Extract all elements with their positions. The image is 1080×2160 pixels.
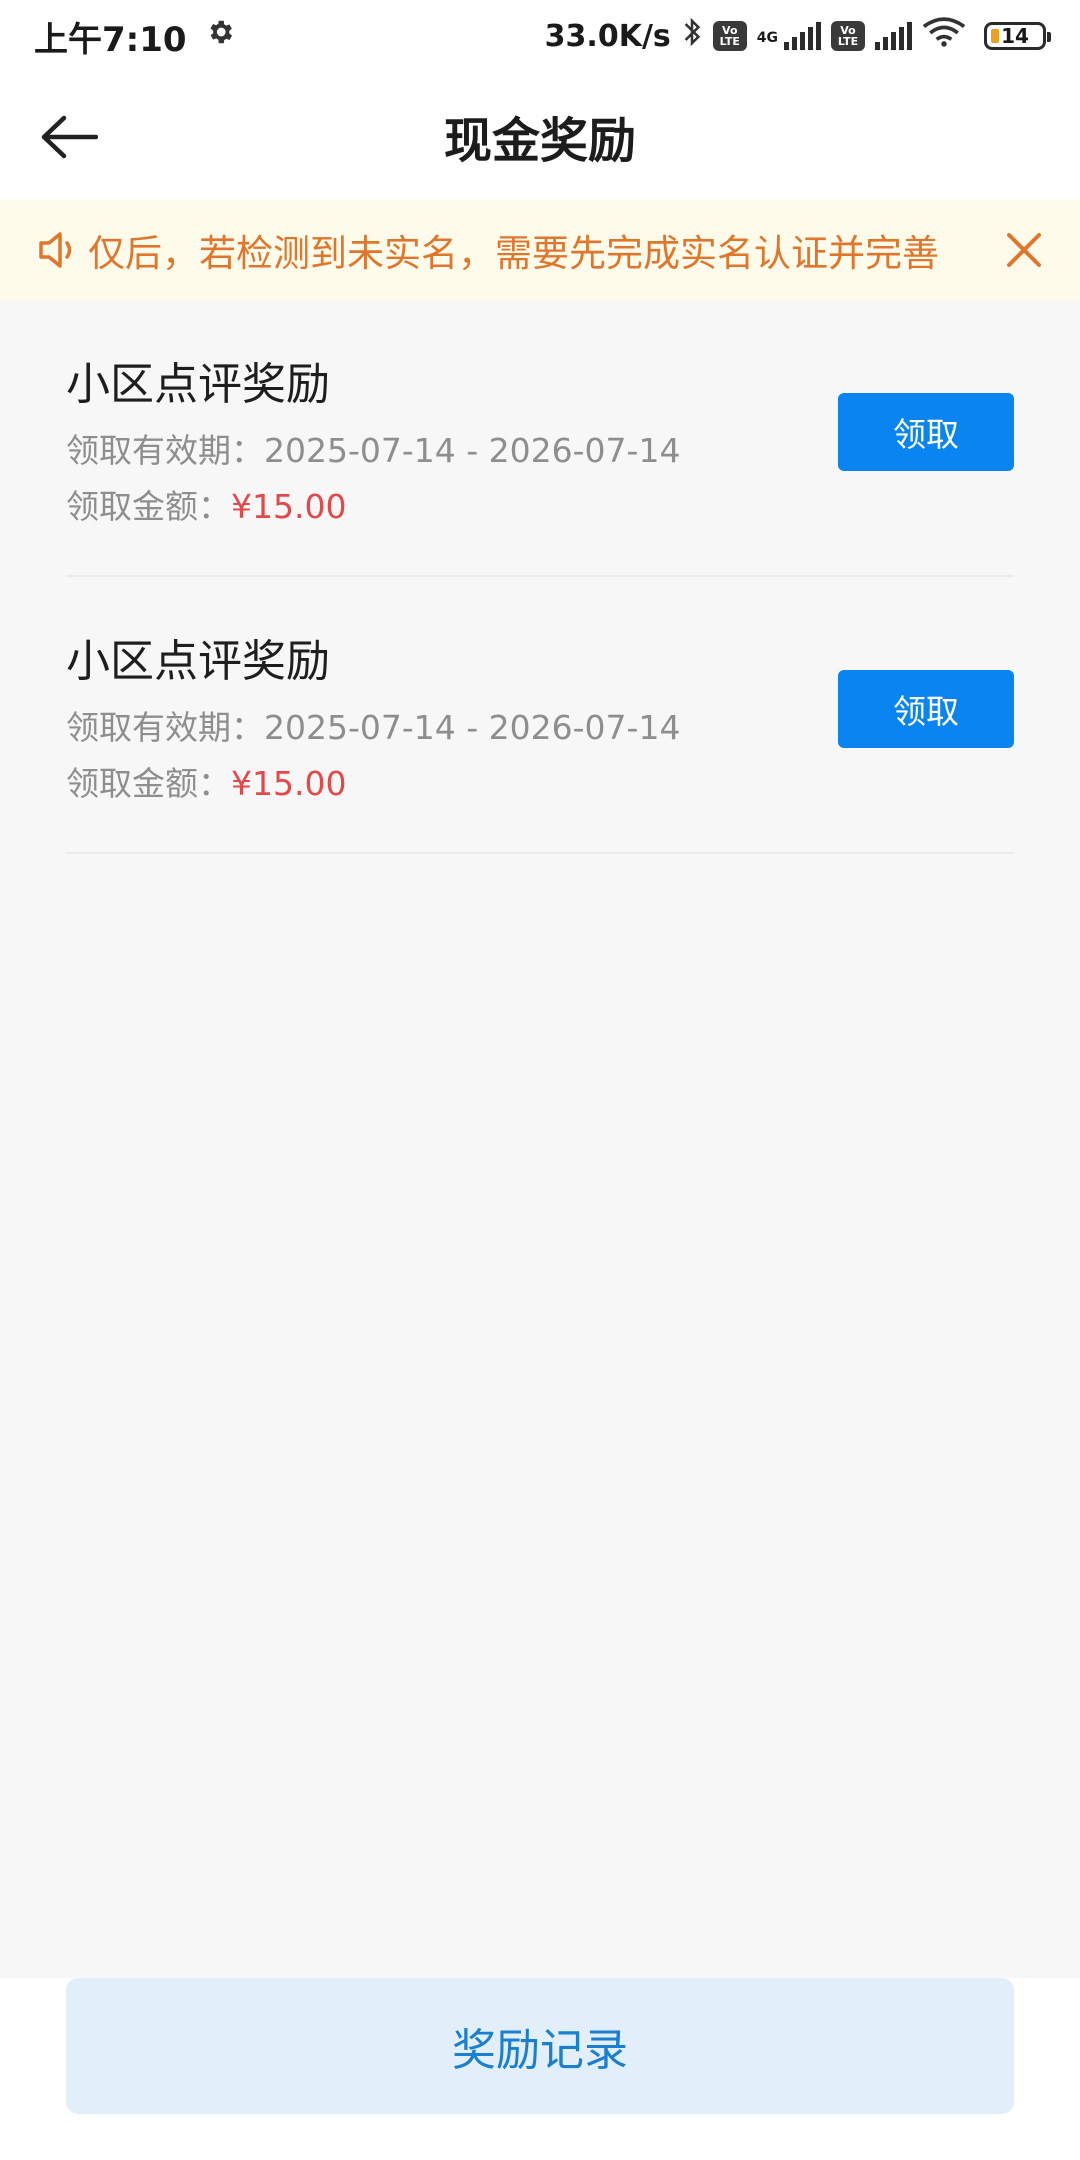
reward-amount: 领取金额：¥15.00 [66, 480, 346, 528]
signal-icon-2 [875, 22, 912, 50]
wifi-icon [922, 17, 966, 55]
validity-label: 领取有效期： [66, 431, 264, 470]
notice-text: 仅后，若检测到未实名，需要先完成实名认证并完善 [88, 232, 939, 275]
close-notice-button[interactable] [998, 224, 1050, 276]
reward-validity: 领取有效期：2025-07-14 - 2026-07-14 [66, 701, 680, 749]
validity-value: 2025-07-14 - 2026-07-14 [264, 708, 681, 747]
notice-banner: 仅后，若检测到未实名，需要先完成实名认证并完善 [0, 200, 1080, 300]
back-button[interactable] [34, 102, 104, 172]
bluetooth-icon [681, 16, 703, 56]
page: 上午7:10 33.0K/s Vo LTE 4G Vo LTE 14 现金奖励 … [0, 0, 1080, 2160]
status-right: 33.0K/s Vo LTE 4G Vo LTE 14 [544, 16, 1051, 56]
reward-amount: 领取金额：¥15.00 [66, 757, 346, 805]
status-bar: 上午7:10 33.0K/s Vo LTE 4G Vo LTE 14 [0, 0, 1080, 72]
arrow-left-icon [41, 115, 98, 159]
reward-title: 小区点评奖励 [66, 359, 330, 410]
speaker-icon [38, 227, 84, 273]
validity-value: 2025-07-14 - 2026-07-14 [264, 431, 681, 470]
close-icon [1007, 233, 1041, 267]
reward-item: 小区点评奖励 领取有效期：2025-07-14 - 2026-07-14 领取金… [66, 300, 1014, 577]
reward-validity: 领取有效期：2025-07-14 - 2026-07-14 [66, 424, 680, 472]
volte-badge-2: Vo LTE [831, 21, 865, 51]
status-time: 上午7:10 [34, 19, 187, 60]
amount-value: ¥15.00 [231, 764, 347, 803]
claim-button[interactable]: 领取 [838, 393, 1014, 471]
amount-value: ¥15.00 [231, 487, 347, 526]
amount-label: 领取金额： [66, 764, 231, 803]
reward-list: 小区点评奖励 领取有效期：2025-07-14 - 2026-07-14 领取金… [66, 300, 1014, 854]
battery-icon: 14 [984, 22, 1051, 50]
reward-records-button[interactable]: 奖励记录 [66, 1978, 1014, 2114]
reward-title: 小区点评奖励 [66, 636, 330, 687]
network-speed: 33.0K/s [544, 18, 671, 54]
signal-icon-1 [784, 22, 821, 50]
bottom-bar: 奖励记录 [0, 1978, 1080, 2160]
network-type: 4G [756, 30, 778, 46]
volte-badge-1: Vo LTE [712, 21, 747, 51]
battery-level: 14 [1001, 24, 1029, 48]
app-header: 现金奖励 [0, 72, 1080, 200]
reward-item: 小区点评奖励 领取有效期：2025-07-14 - 2026-07-14 领取金… [66, 577, 1014, 854]
gear-icon [205, 16, 235, 56]
claim-button[interactable]: 领取 [838, 670, 1014, 748]
amount-label: 领取金额： [66, 487, 231, 526]
validity-label: 领取有效期： [66, 708, 264, 747]
page-title: 现金奖励 [443, 113, 636, 169]
status-left: 上午7:10 [34, 12, 235, 61]
